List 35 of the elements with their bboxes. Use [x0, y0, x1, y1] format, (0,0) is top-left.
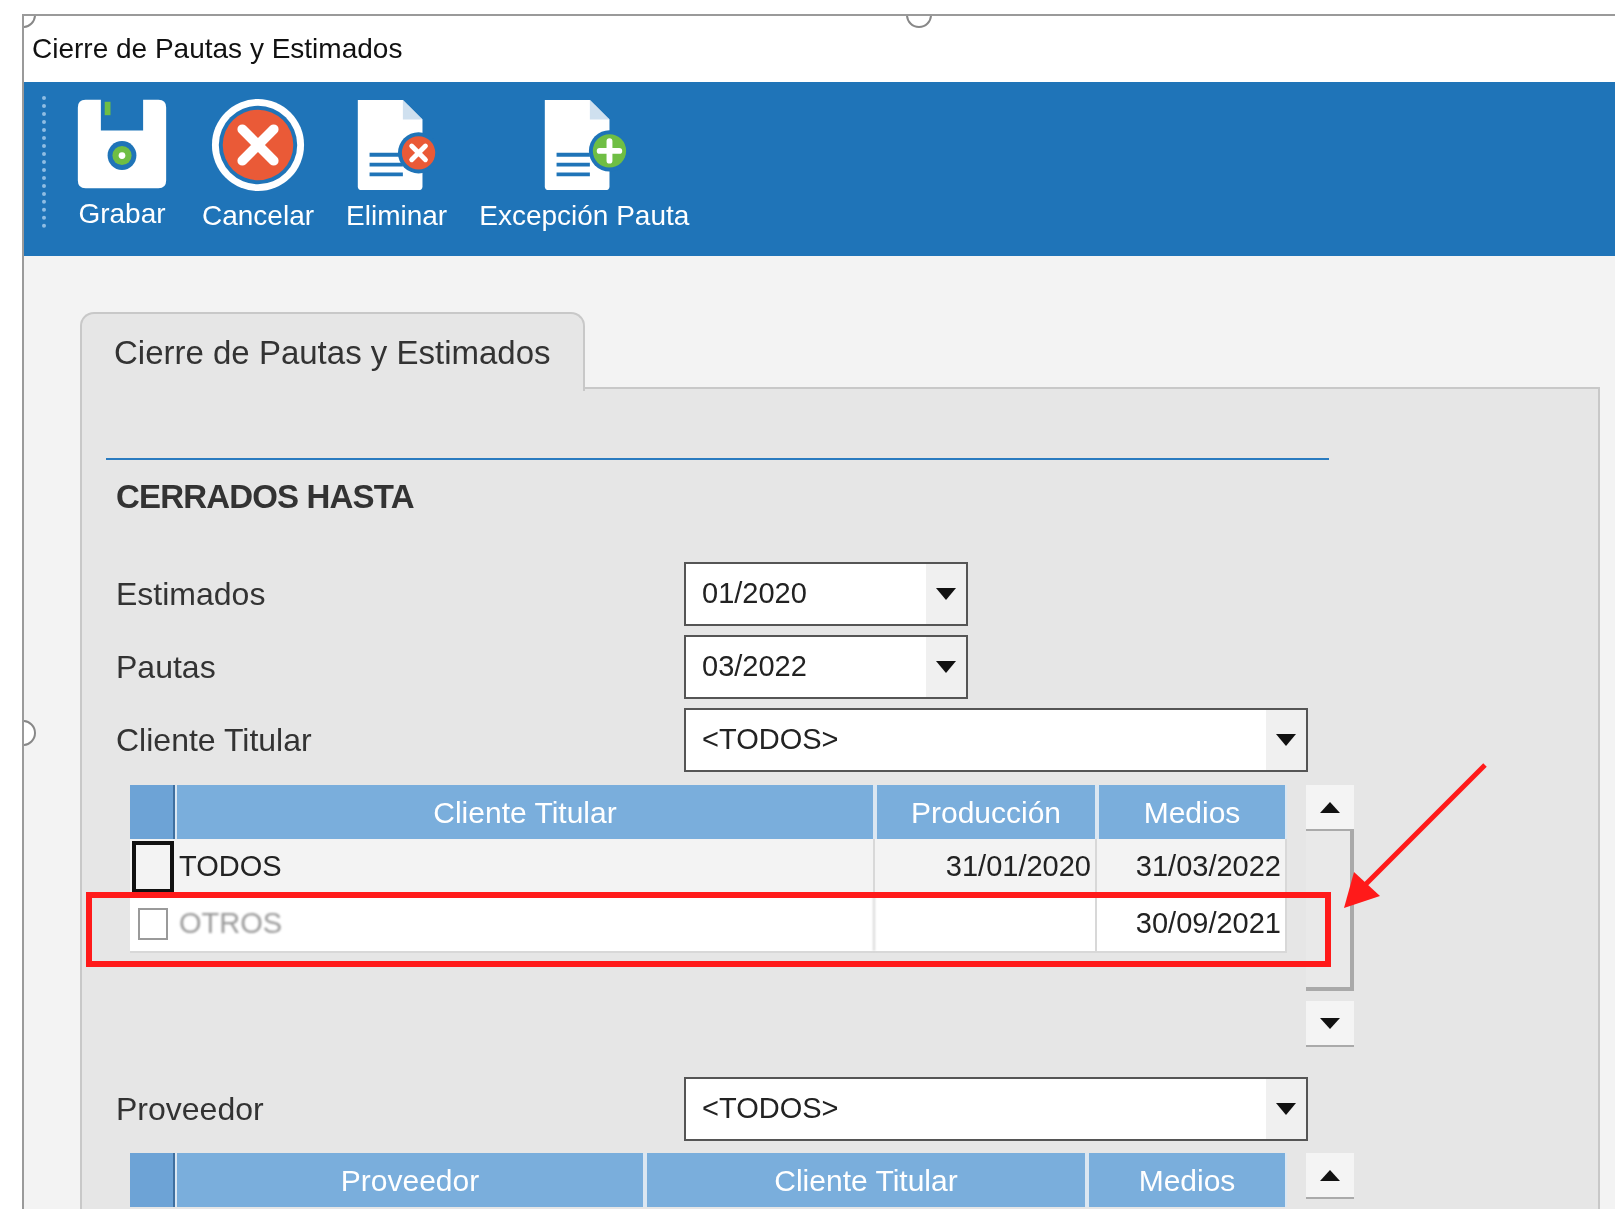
toolbar-grip[interactable]: [42, 96, 46, 228]
toolbar-button[interactable]: Eliminar: [340, 96, 454, 230]
field-label: Proveedor: [115, 1090, 265, 1129]
window-title: Cierre de Pautas y Estimados: [32, 32, 403, 66]
tab[interactable]: Cierre de Pautas y Estimados: [80, 312, 585, 391]
up-arrow-icon: [1320, 1169, 1340, 1181]
header-cell: [130, 1153, 175, 1207]
checkbox[interactable]: [131, 840, 174, 893]
toolbar-button[interactable]: Cancelar: [196, 96, 321, 230]
scroll-up-button[interactable]: [1306, 785, 1354, 831]
table-cell: 31/03/2022: [1097, 839, 1287, 894]
field-label: Cliente Titular: [115, 721, 313, 760]
table-cell: TODOS: [175, 839, 875, 894]
field-label: Estimados: [115, 575, 267, 614]
dropdown[interactable]: 01/2020: [684, 562, 968, 626]
column-header: Producción: [875, 785, 1097, 839]
dropdown[interactable]: <TODOS>: [684, 708, 1308, 772]
up-arrow-icon: [1320, 801, 1340, 813]
scroll-down-button[interactable]: [1306, 1001, 1354, 1047]
section-title: CERRADOS HASTA: [116, 478, 414, 515]
field-label: Pautas: [115, 648, 217, 687]
scroll-up-button[interactable]: [1306, 1153, 1354, 1199]
toolbar-button[interactable]: Excepción Pauta: [473, 96, 696, 230]
header-cell: [130, 785, 175, 839]
column-header: Medios: [1087, 1153, 1287, 1207]
column-header: Cliente Titular: [175, 785, 875, 839]
dropdown[interactable]: <TODOS>: [684, 1077, 1308, 1141]
table-cell: 31/01/2020: [875, 839, 1097, 894]
column-header: Proveedor: [175, 1153, 645, 1207]
down-arrow-icon: [1320, 1017, 1340, 1029]
column-header: Cliente Titular: [645, 1153, 1087, 1207]
toolbar-button[interactable]: Grabar: [68, 96, 176, 228]
checkbox[interactable]: [137, 907, 168, 940]
dropdown[interactable]: 03/2022: [684, 635, 968, 699]
column-header: Medios: [1097, 785, 1287, 839]
